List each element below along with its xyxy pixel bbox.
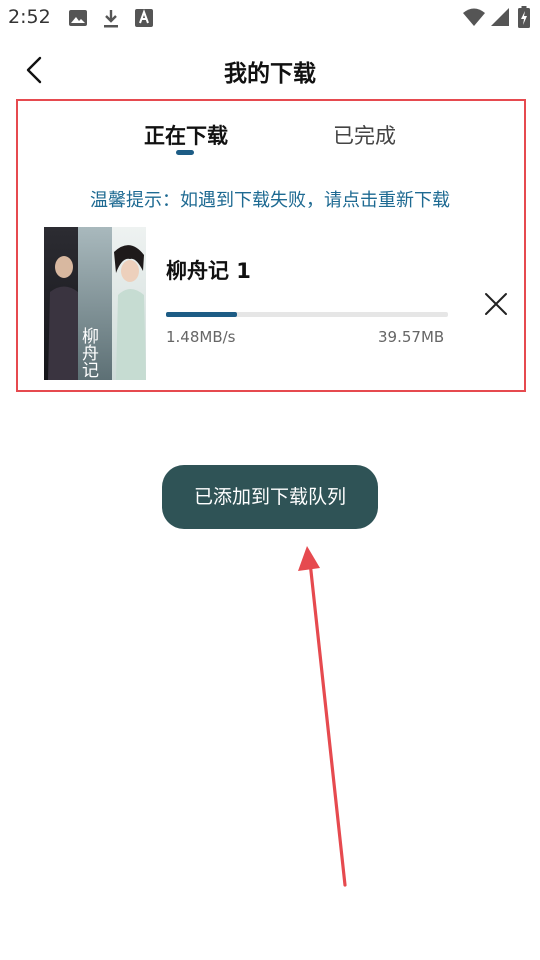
font-a-icon xyxy=(135,8,153,32)
tab-indicator xyxy=(176,150,194,155)
page-title: 我的下载 xyxy=(224,61,316,87)
toast-message: 已添加到下载队列 xyxy=(162,465,378,529)
download-progress xyxy=(166,312,448,317)
cancel-download-button[interactable] xyxy=(482,290,510,318)
tab-downloading[interactable]: 正在下载 xyxy=(144,120,228,150)
app-header: 我的下载 xyxy=(0,36,540,104)
poster-thumbnail[interactable]: 柳舟记 xyxy=(44,227,146,380)
wifi-icon xyxy=(462,7,486,31)
image-icon xyxy=(68,8,88,32)
close-icon xyxy=(482,293,510,322)
poster-text: 柳舟记 xyxy=(78,327,99,378)
download-title: 柳舟记 1 xyxy=(166,259,251,283)
battery-charging-icon xyxy=(518,6,530,32)
status-time: 2:52 xyxy=(8,6,51,28)
download-icon xyxy=(101,8,121,34)
status-bar: 2:52 xyxy=(0,0,540,36)
progress-fill xyxy=(166,312,237,317)
download-size: 39.57MB xyxy=(378,328,445,346)
tab-completed[interactable]: 已完成 xyxy=(333,120,396,150)
download-speed: 1.48MB/s xyxy=(166,328,236,346)
download-tip: 温馨提示：如遇到下载失败，请点击重新下载 xyxy=(90,190,450,211)
signal-icon xyxy=(490,7,510,31)
